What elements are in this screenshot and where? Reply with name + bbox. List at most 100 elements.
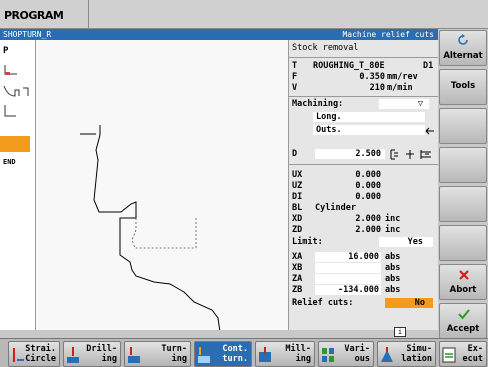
blank-row: BL Cylinder [289,203,439,214]
alternative-label: Alternat [443,51,483,61]
program-end-item[interactable]: END [3,158,16,166]
limit-za-row: ZA abs [289,274,439,285]
milling-label: Mill- ing [285,344,311,364]
allowance-x-label: UX [292,170,303,180]
blank-x-unit: inc [385,214,401,224]
blank-label: BL [292,203,303,213]
limit-za-label: ZA [292,274,303,284]
stock-removal-icon [4,105,16,117]
straight-circle-icon [13,348,24,362]
panel-title: Stock removal [292,43,359,53]
contour-icon [3,85,29,97]
milling-icon [259,347,271,362]
allowance-z-label: UZ [292,181,303,191]
tools-label: Tools [450,81,476,91]
tool-row: T ROUGHING_T_80E D1 [289,61,439,72]
contour-graphic [36,40,288,338]
alternative-softkey[interactable]: Alternat [439,30,487,66]
blank-z-row: ZD 2.000 inc [289,225,439,236]
machining-value: ▽ [417,99,423,109]
direction-value: Long. [316,112,342,122]
limit-za-unit: abs [385,274,401,284]
interruption-value[interactable]: 0.000 [319,192,381,203]
interruption-label: DI [292,192,303,202]
various-label: Vari- ous [344,344,370,364]
limit-zb-label: ZB [292,285,303,295]
parameter-panel: Stock removal T ROUGHING_T_80E D1 F 0.35… [288,40,439,338]
program-head-item[interactable]: P [3,46,8,56]
limit-za-field[interactable] [315,274,381,284]
infeed-mode-icon[interactable] [389,149,435,160]
contour-turning-softkey[interactable]: Cont. turn. [194,341,252,367]
limit-xb-field[interactable] [315,263,381,273]
abort-x-icon [459,270,469,280]
drilling-softkey[interactable]: Drill- ing [63,341,121,367]
tools-softkey[interactable]: Tools [439,69,487,105]
feed-unit: mm/rev [387,72,418,82]
panel-divider [289,164,439,165]
empty-softkey-5[interactable] [439,186,487,222]
empty-softkey-3[interactable] [439,108,487,144]
area-title: PROGRAM [4,9,64,22]
nc-execute-icon [442,347,456,363]
empty-softkey-6[interactable] [439,225,487,261]
speed-row: V 210 m/min [289,83,439,94]
limit-xb-label: XB [292,263,303,273]
abort-softkey[interactable]: Abort [439,264,487,300]
abort-label: Abort [449,285,477,295]
title-divider [88,0,89,29]
horizontal-softkeys: Strai. Circle Drill- ing Turn- ing Cont.… [0,338,488,367]
blank-z-unit: inc [385,225,401,235]
limit-row: Limit: Yes [289,237,439,248]
various-softkey[interactable]: Vari- ous [318,341,374,367]
feed-value[interactable]: 0.350 [329,72,385,83]
position-row: Outs. [289,125,439,136]
execute-softkey[interactable]: Ex- ecut [439,341,487,367]
limit-value: Yes [407,237,423,247]
machining-row: Machining: ▽ [289,99,439,110]
panel-divider [289,96,439,97]
limit-xa-unit: abs [385,252,401,262]
selected-block-marker[interactable] [0,136,30,152]
empty-softkey-4[interactable] [439,147,487,183]
blank-x-row: XD 2.000 inc [289,214,439,225]
turning-softkey[interactable]: Turn- ing [124,341,191,367]
milling-softkey[interactable]: Mill- ing [255,341,315,367]
program-block-list[interactable]: P END [0,40,36,338]
blank-z-value[interactable]: 2.000 [319,225,381,236]
allowance-z-row: UZ 0.000 [289,181,439,192]
contour-drawing [80,125,221,333]
rotate-icon [458,34,468,45]
accept-softkey[interactable]: Accept [439,303,487,339]
panel-divider [289,57,439,58]
drilling-label: Drill- ing [86,344,117,364]
allowance-x-value[interactable]: 0.000 [319,170,381,181]
info-icon[interactable]: i [394,327,406,337]
drill-icon [67,347,79,363]
simulation-softkey[interactable]: Simu- lation [377,341,436,367]
panel-title-row: Stock removal [289,43,439,55]
accept-label: Accept [446,324,480,334]
speed-label: V [292,83,298,93]
speed-unit: m/min [387,83,413,93]
tool-value[interactable]: ROUGHING_T_80E [313,61,385,72]
limit-zb-unit: abs [385,285,401,295]
limit-zb-row: ZB -134.000 abs [289,285,439,296]
depth-label: D [292,149,298,159]
cycle-title: Machine relief cuts [342,30,434,39]
various-icon [322,348,334,362]
blank-value[interactable]: Cylinder [315,203,356,214]
speed-value[interactable]: 210 [329,83,385,94]
accept-check-icon [458,309,470,320]
straight-circle-softkey[interactable]: Strai. Circle [8,341,60,367]
simulation-label: Simu- lation [401,344,432,364]
limit-label: Limit: [292,237,323,247]
blank-x-value[interactable]: 2.000 [319,214,381,225]
allowance-z-value[interactable]: 0.000 [319,181,381,192]
arrow-left-icon [425,127,434,135]
relief-label: Relief cuts: [292,298,354,308]
limit-xa-row: XA 16.000 abs [289,252,439,263]
vertical-softkeys: Alternat Tools Abort Accept [438,29,488,339]
direction-row: Long. [289,112,439,123]
feed-label: F [292,72,298,82]
